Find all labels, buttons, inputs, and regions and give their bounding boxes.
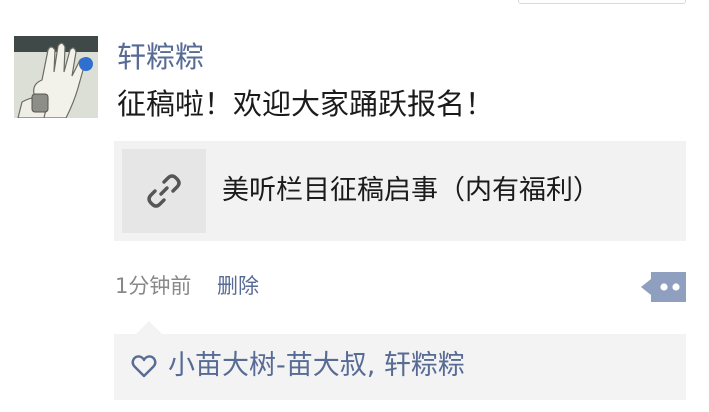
delete-button[interactable]: 删除 <box>217 271 259 301</box>
top-partial-box <box>518 0 686 4</box>
likes-names[interactable]: 小苗大树-苗大叔, 轩粽粽 <box>168 347 465 385</box>
avatar[interactable] <box>14 36 98 118</box>
link-thumbnail <box>122 149 206 233</box>
link-title: 美听栏目征稿启事（内有福利） <box>222 175 600 206</box>
post-text: 征稿啦！欢迎大家踊跃报名！ <box>117 87 495 121</box>
shared-link-card[interactable]: 美听栏目征稿启事（内有福利） <box>114 141 686 241</box>
more-actions-button[interactable] <box>641 272 686 302</box>
author-name[interactable]: 轩粽粽 <box>117 38 204 76</box>
heart-icon <box>131 355 157 378</box>
link-icon <box>147 174 181 208</box>
post-time: 1分钟前 <box>115 274 192 298</box>
moments-post: 轩粽粽 征稿啦！欢迎大家踊跃报名！ 美听栏目征稿启事（内有福利） 1分钟前 删除… <box>0 0 709 412</box>
avatar-hand-image <box>14 36 98 118</box>
more-dots-icon <box>641 272 686 302</box>
likes-caret <box>136 321 162 334</box>
